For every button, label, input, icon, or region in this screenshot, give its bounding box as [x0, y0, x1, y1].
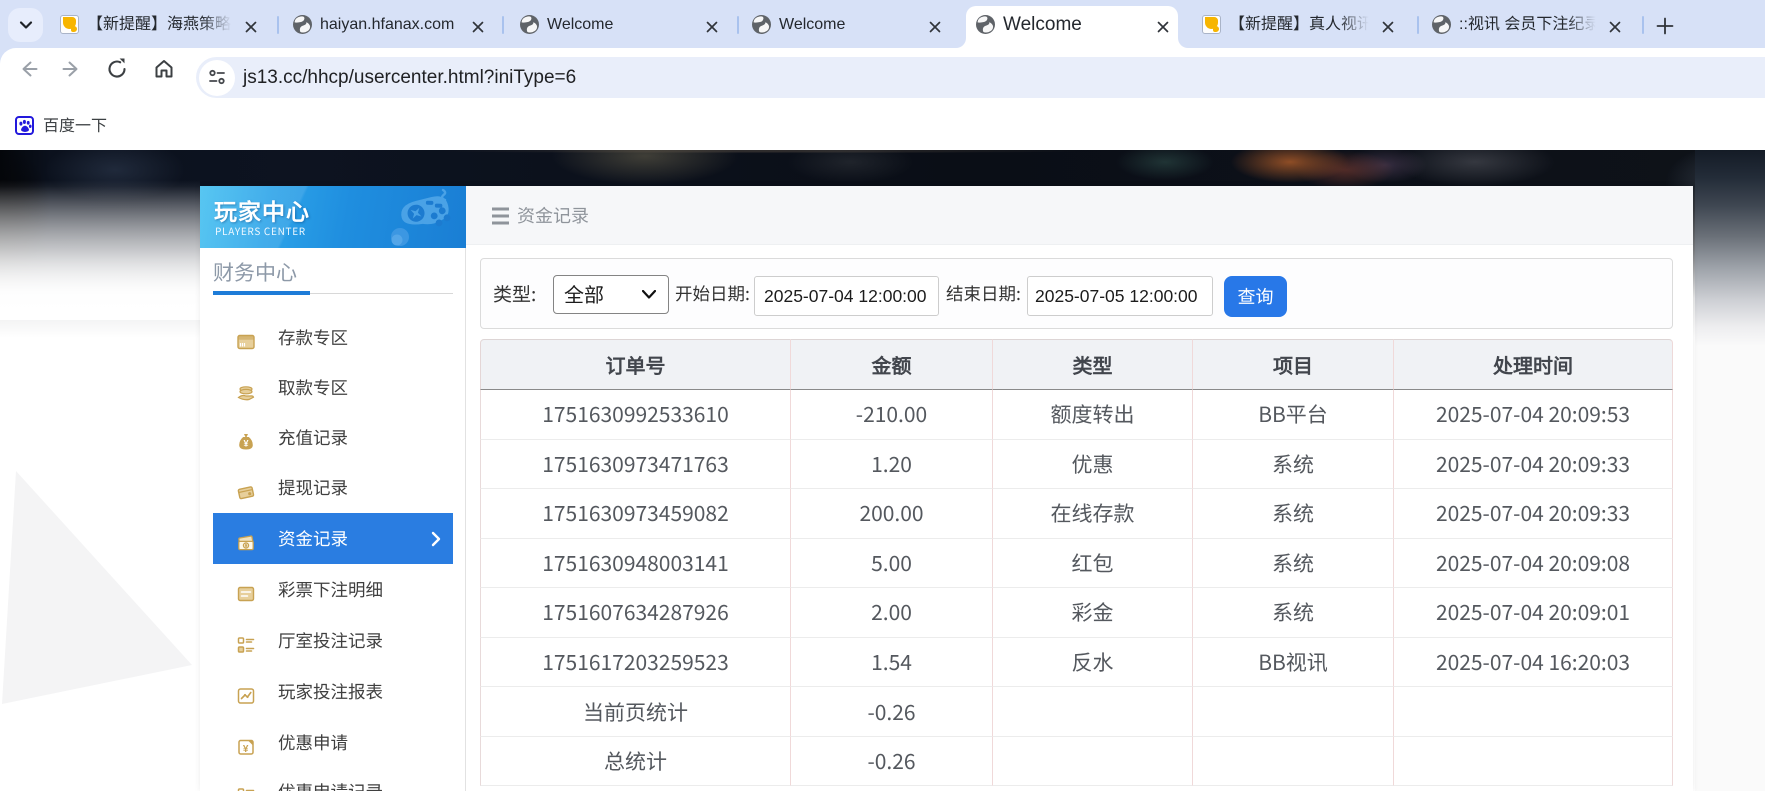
svg-text:¥: ¥ [244, 542, 248, 549]
svg-text:¥: ¥ [243, 744, 249, 755]
svg-text:¥: ¥ [243, 438, 248, 448]
